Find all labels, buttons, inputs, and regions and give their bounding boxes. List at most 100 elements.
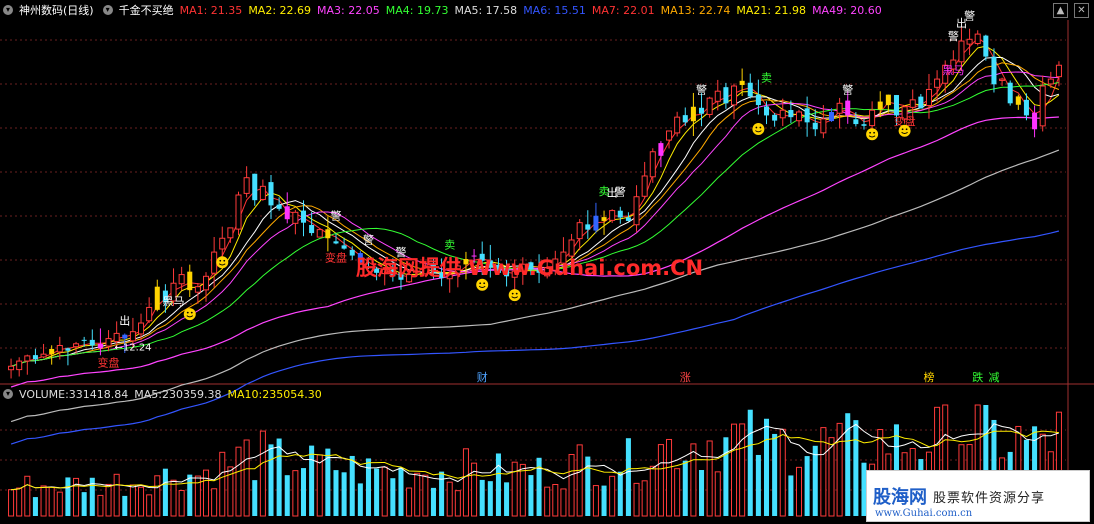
price-annotation: ←12.24 <box>115 343 152 354</box>
candle-body <box>714 90 721 102</box>
candle-body <box>1047 78 1054 85</box>
smiley-eye <box>190 311 193 314</box>
volume-label: VOLUME: <box>19 387 69 401</box>
volume-bar <box>690 443 697 517</box>
volume-bar <box>772 433 778 516</box>
candle-body <box>341 245 347 249</box>
candle-body <box>16 360 23 371</box>
event-tag: 榜 <box>923 370 934 384</box>
candle-body <box>202 275 210 291</box>
smiley-eye <box>759 126 762 129</box>
candle-body <box>658 143 664 156</box>
volume-bar <box>422 474 429 517</box>
volume-bar <box>812 445 818 516</box>
candle-body <box>763 106 770 116</box>
signal-label: 卖 <box>444 239 455 252</box>
candle-body <box>991 56 997 85</box>
volume-bar <box>406 487 413 517</box>
volume-bar <box>795 466 803 517</box>
ma-item-9: MA49: 20.60 <box>812 3 882 17</box>
volume-bar <box>568 453 575 517</box>
volume-bar <box>65 477 71 516</box>
volume-bar <box>439 471 445 516</box>
indicator-dropdown-icon[interactable]: ▾ <box>102 5 113 15</box>
candle-body <box>276 204 282 209</box>
event-tag: 涨 <box>680 371 691 384</box>
signal-label: 卖 <box>599 185 610 198</box>
candle-body <box>194 286 201 293</box>
candle-body <box>178 274 185 285</box>
volume-bar <box>268 444 274 516</box>
volume-bar <box>763 418 770 516</box>
volume-bar <box>666 438 673 517</box>
candle-body <box>983 35 989 57</box>
ma-item-5: MA6: 15.51 <box>523 3 586 17</box>
candle-body <box>739 80 745 85</box>
smiley-icon <box>866 128 879 141</box>
volume-bar <box>601 485 607 516</box>
candle-body <box>1015 96 1021 105</box>
candle-body <box>325 229 331 239</box>
smiley-icon <box>898 124 911 137</box>
signal-label: 警 <box>842 82 853 96</box>
candle-body <box>958 40 965 63</box>
candle-body <box>24 355 31 362</box>
volume-bar <box>820 427 827 517</box>
candle-body <box>56 345 63 353</box>
candle-body <box>105 338 112 347</box>
candle-body <box>227 227 234 239</box>
volume-bar <box>682 460 688 516</box>
volume-bar <box>454 490 461 517</box>
candle-body <box>861 124 867 126</box>
candle-body <box>300 210 307 223</box>
ma-item-1: MA2: 22.69 <box>248 3 312 17</box>
volume-bar <box>219 451 226 517</box>
event-tag: 跌 <box>972 370 983 384</box>
smiley-icon <box>508 289 521 302</box>
candle-body <box>154 286 160 310</box>
volume-bar <box>381 466 388 517</box>
candle-body <box>113 332 120 343</box>
maximize-button[interactable]: ▲ <box>1053 3 1068 18</box>
candle-body <box>1039 85 1046 127</box>
volume-bar <box>341 472 347 516</box>
candle-body <box>682 115 688 123</box>
volume-bar <box>730 423 738 517</box>
candle-body <box>779 109 786 119</box>
volume-bar <box>146 494 153 517</box>
candle-body <box>974 33 981 45</box>
vol-ma10-label: MA10: <box>227 387 263 401</box>
signal-label: 变盘 <box>325 250 347 264</box>
logo-url: www.Guhai.com.cn <box>875 508 973 519</box>
ma-item-3: MA4: 19.73 <box>385 3 449 17</box>
ma-list: MA1: 21.35 MA2: 22.69 MA3: 22.05 MA4: 19.73… <box>180 4 888 17</box>
signal-label: 警 <box>696 83 707 97</box>
vol-ma5-label: MA5: <box>134 387 163 401</box>
close-button[interactable]: ✕ <box>1074 3 1089 18</box>
volume-bar <box>292 470 299 517</box>
candle-body <box>65 348 71 351</box>
ma-item-2: MA3: 22.05 <box>317 3 380 17</box>
candle-body <box>869 109 876 127</box>
volume-bar <box>235 446 242 517</box>
candle-body <box>674 116 681 134</box>
candle-body <box>699 107 705 114</box>
candle-body <box>138 322 145 335</box>
candle-body <box>755 94 761 106</box>
candle-body <box>999 78 1006 81</box>
volume-collapse-icon[interactable]: ▾ <box>3 389 13 399</box>
candle-body <box>73 343 80 348</box>
volume-bar <box>560 488 567 517</box>
candle-body <box>804 108 810 123</box>
stock-title: 神州数码(日线) <box>19 4 94 17</box>
smiley-eye <box>186 311 189 314</box>
signal-label: 变盘 <box>98 356 120 370</box>
candle-body <box>40 353 47 358</box>
candle-body <box>690 106 696 122</box>
candle-body <box>97 343 103 349</box>
volume-bar <box>528 475 534 516</box>
candle-body <box>795 111 803 122</box>
smiley-eye <box>869 131 872 134</box>
collapse-icon[interactable]: ▾ <box>3 5 13 15</box>
vol-ma5-value: 230359.38 <box>162 387 222 401</box>
